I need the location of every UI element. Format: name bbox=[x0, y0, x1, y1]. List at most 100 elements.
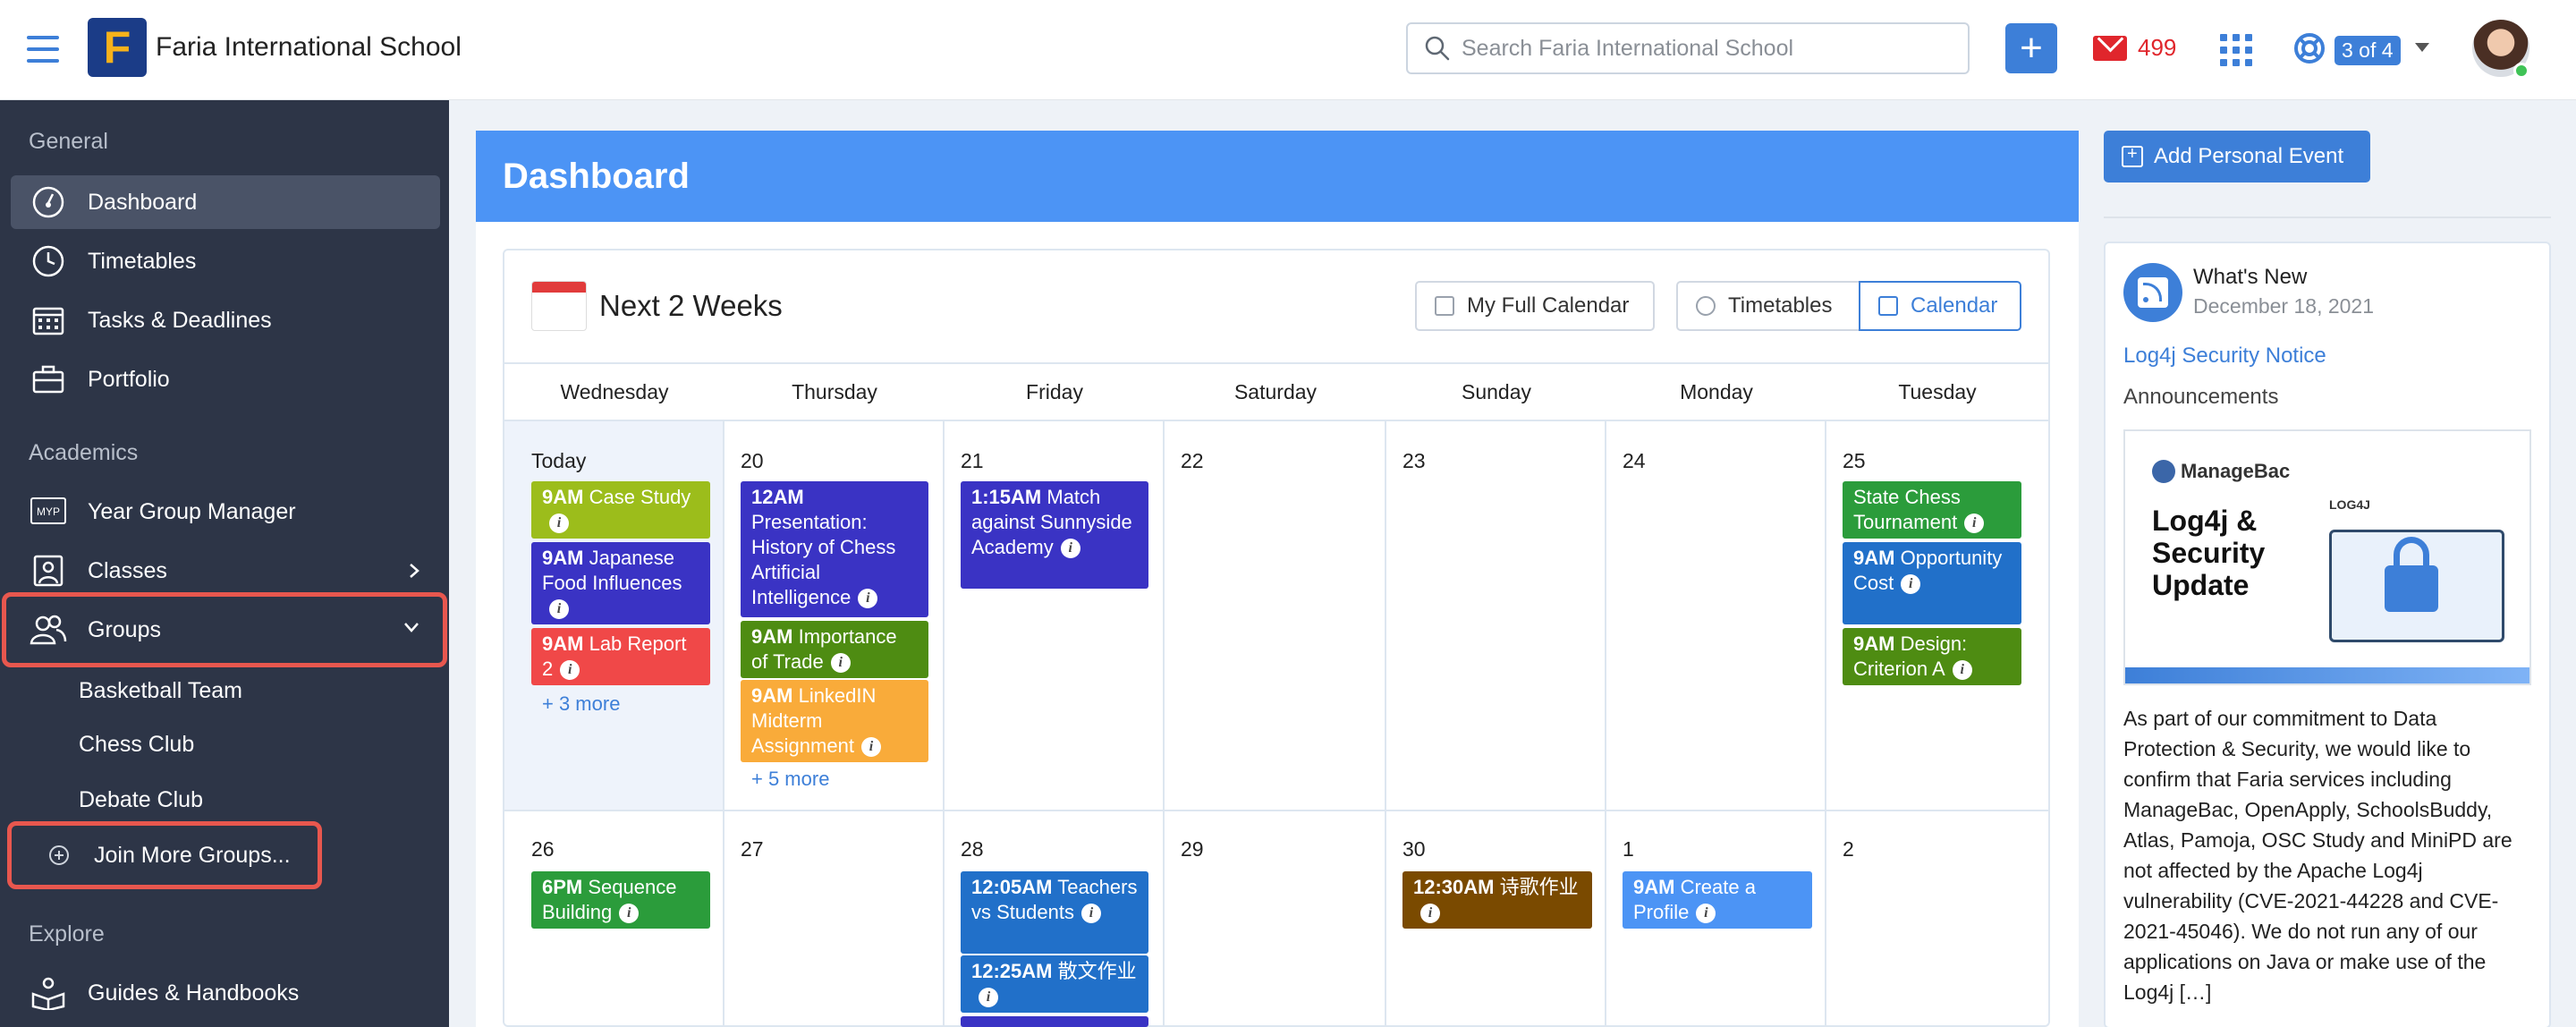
info-icon[interactable]: i bbox=[830, 653, 851, 674]
support-icon[interactable] bbox=[2293, 32, 2326, 64]
group-item-basketball[interactable]: Basketball Team bbox=[79, 678, 242, 704]
group-item-debate[interactable]: Debate Club bbox=[79, 787, 203, 813]
chevron-down-icon[interactable] bbox=[2415, 43, 2429, 52]
calendar-event[interactable]: 12AM Presentation: History of Chess Arti… bbox=[741, 481, 928, 617]
sidebar-item-classes[interactable]: Classes bbox=[11, 544, 440, 598]
date-number: 2 bbox=[1843, 837, 1854, 861]
info-icon[interactable]: i bbox=[860, 737, 881, 758]
school-logo[interactable]: F bbox=[88, 18, 147, 77]
sidebar-item-dashboard[interactable]: Dashboard bbox=[11, 175, 440, 229]
add-circle-icon bbox=[49, 845, 69, 865]
sidebar-item-timetables[interactable]: Timetables bbox=[11, 234, 440, 288]
calendar-event[interactable] bbox=[961, 1016, 1148, 1027]
apps-grid-icon[interactable] bbox=[2220, 34, 2252, 66]
calendar-event[interactable]: 1:15AM Match against Sunnyside Academy i bbox=[961, 481, 1148, 589]
calendar-event[interactable]: 12:25AM 散文作业 i bbox=[961, 955, 1148, 1013]
event-time: 12AM bbox=[751, 486, 804, 508]
add-button[interactable]: + bbox=[2005, 23, 2057, 73]
calendar-event[interactable]: 9AM Design: Criterion Ai bbox=[1843, 628, 2021, 685]
calendar-event[interactable]: 12:05AM Teachers vs Students i bbox=[961, 871, 1148, 954]
calendar-event[interactable]: 9AM Case Study i bbox=[531, 481, 710, 539]
more-events-link[interactable]: + 5 more bbox=[751, 768, 829, 791]
info-icon[interactable]: i bbox=[1420, 904, 1440, 924]
menu-icon[interactable] bbox=[27, 36, 59, 63]
sidebar-item-label: Timetables bbox=[88, 248, 197, 274]
calendar-grid-icon bbox=[29, 301, 68, 340]
date-number: 26 bbox=[531, 837, 555, 861]
join-more-label: Join More Groups... bbox=[94, 842, 291, 868]
date-number: 28 bbox=[961, 837, 984, 861]
date-number: 21 bbox=[961, 449, 984, 472]
calendar-event[interactable]: 6PM Sequence Building i bbox=[531, 871, 710, 929]
timetables-toggle[interactable]: Timetables bbox=[1676, 281, 1860, 331]
info-icon[interactable]: i bbox=[1964, 514, 1985, 534]
promo-heading: Log4j & Security Update bbox=[2152, 505, 2266, 601]
event-time: 12:30AM bbox=[1413, 876, 1495, 898]
online-status-dot bbox=[2513, 63, 2529, 79]
day-cell[interactable] bbox=[1826, 811, 2048, 1027]
calendar-event[interactable]: 9AM LinkedIN Midterm Assignment i bbox=[741, 680, 928, 762]
search-input[interactable] bbox=[1462, 35, 1962, 62]
day-cell[interactable] bbox=[1386, 421, 1606, 811]
sidebar: General Dashboard Timetables Tasks & Dea… bbox=[0, 100, 449, 1027]
date-number: 23 bbox=[1402, 449, 1426, 472]
info-icon[interactable]: i bbox=[1901, 574, 1921, 595]
news-image[interactable]: ManageBac Log4j & Security Update LOG4J bbox=[2123, 429, 2531, 685]
info-icon[interactable]: i bbox=[1952, 660, 1972, 681]
my-full-calendar-button[interactable]: My Full Calendar bbox=[1415, 281, 1655, 331]
clock-icon bbox=[1696, 296, 1716, 316]
info-icon[interactable]: i bbox=[1060, 539, 1080, 559]
info-icon[interactable]: i bbox=[1080, 904, 1101, 924]
info-icon[interactable]: i bbox=[619, 904, 640, 924]
event-title: 诗歌作业 bbox=[1499, 876, 1579, 898]
day-cell[interactable] bbox=[1165, 421, 1386, 811]
sidebar-item-year-group-manager[interactable]: MYP Year Group Manager bbox=[11, 485, 440, 539]
promo-bar bbox=[2125, 667, 2529, 683]
group-item-chess[interactable]: Chess Club bbox=[79, 732, 194, 758]
info-icon[interactable]: i bbox=[979, 988, 998, 1008]
more-events-link[interactable]: + 3 more bbox=[542, 692, 620, 716]
day-header-monday: Monday bbox=[1606, 362, 1826, 421]
calendar-icon bbox=[1878, 296, 1898, 316]
calendar-event[interactable]: 9AM Lab Report 2i bbox=[531, 628, 710, 685]
calendar-event[interactable]: 9AM Japanese Food Influencesi bbox=[531, 542, 710, 624]
school-name[interactable]: Faria International School bbox=[156, 32, 462, 63]
briefcase-icon bbox=[29, 360, 68, 399]
join-more-groups-button[interactable]: Join More Groups... bbox=[7, 821, 322, 889]
messages-button[interactable]: 499 bbox=[2093, 34, 2176, 62]
day-cell[interactable] bbox=[945, 421, 1165, 811]
calendar-event[interactable]: 9AM Opportunity Cost i bbox=[1843, 542, 2021, 624]
sidebar-section-general: General bbox=[29, 129, 108, 154]
mail-icon bbox=[2093, 35, 2127, 61]
calendar-event[interactable]: 9AM Create a Profile i bbox=[1623, 871, 1812, 929]
button-label: Add Personal Event bbox=[2154, 144, 2344, 168]
sidebar-item-portfolio[interactable]: Portfolio bbox=[11, 352, 440, 406]
add-personal-event-button[interactable]: Add Personal Event bbox=[2104, 131, 2370, 182]
sidebar-item-guides[interactable]: Guides & Handbooks bbox=[11, 966, 440, 1020]
day-cell[interactable] bbox=[1606, 421, 1826, 811]
pager-badge[interactable]: 3 of 4 bbox=[2334, 36, 2401, 65]
date-number: 1 bbox=[1623, 837, 1634, 861]
info-icon[interactable]: i bbox=[1696, 904, 1716, 924]
event-title: State Chess Tournament bbox=[1853, 486, 1961, 533]
info-icon[interactable]: i bbox=[560, 660, 580, 681]
sidebar-item-label: Dashboard bbox=[88, 189, 198, 215]
news-link[interactable]: Log4j Security Notice bbox=[2123, 344, 2326, 369]
calendar-event[interactable]: 9AM Importance of Trade i bbox=[741, 621, 928, 678]
brand-text: ManageBac bbox=[2181, 460, 2291, 482]
date-number: 22 bbox=[1181, 449, 1204, 472]
calendar-title: Next 2 Weeks bbox=[531, 281, 783, 331]
search-box[interactable] bbox=[1406, 22, 1970, 74]
calendar-icon bbox=[1435, 296, 1454, 316]
sidebar-item-tasks[interactable]: Tasks & Deadlines bbox=[11, 293, 440, 347]
log4j-badge: LOG4J bbox=[2329, 497, 2370, 512]
managebac-logo: ManageBac bbox=[2152, 460, 2290, 483]
info-icon[interactable]: i bbox=[549, 599, 569, 620]
calendar-event[interactable]: 12:30AM 诗歌作业 i bbox=[1402, 871, 1592, 929]
chevron-right-icon bbox=[410, 564, 419, 578]
info-icon[interactable]: i bbox=[858, 589, 878, 609]
info-icon[interactable]: i bbox=[549, 514, 569, 534]
calendar-event[interactable]: State Chess Tournament i bbox=[1843, 481, 2021, 539]
calendar-toggle[interactable]: Calendar bbox=[1859, 281, 2021, 331]
day-header-friday: Friday bbox=[945, 362, 1165, 421]
